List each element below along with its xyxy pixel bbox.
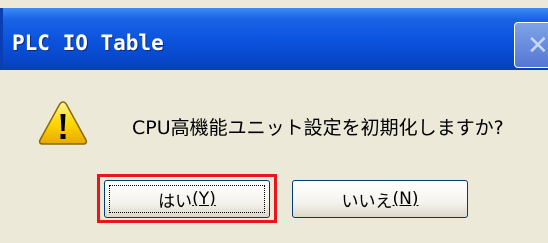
dialog-title: PLC IO Table (12, 31, 164, 55)
no-button-label: いいえ (341, 191, 393, 212)
close-button[interactable]: ✕ (514, 22, 548, 68)
dialog-window: PLC IO Table ✕ CPU高機能ユニット設定を初期化しますか? はい(… (0, 0, 548, 243)
no-button[interactable]: いいえ (N) (292, 180, 468, 218)
dialog-message: CPU高機能ユニット設定を初期化しますか? (132, 117, 504, 139)
warning-icon (38, 101, 88, 145)
close-icon: ✕ (527, 31, 548, 61)
title-bar[interactable]: PLC IO Table ✕ (0, 8, 548, 70)
no-button-accelerator: (N) (392, 189, 419, 209)
highlight-annotation (97, 174, 277, 223)
